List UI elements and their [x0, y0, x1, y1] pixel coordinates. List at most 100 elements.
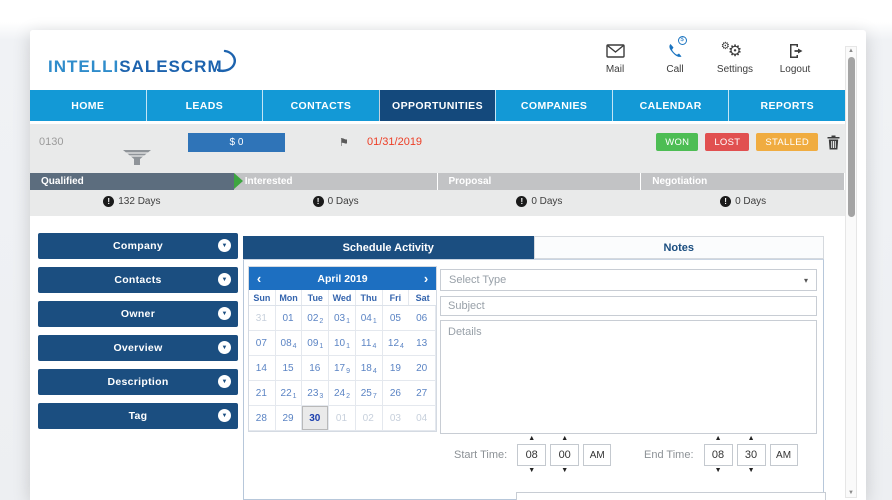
calendar-prev-button[interactable] — [249, 267, 269, 290]
status-button[interactable]: WON — [656, 133, 698, 151]
sidebar-item[interactable]: Overview — [38, 335, 238, 361]
panel-tab[interactable]: Notes — [534, 236, 825, 259]
day-number: 21 — [256, 388, 267, 399]
calendar-day[interactable]: 15 — [276, 356, 303, 381]
calendar-day[interactable]: 06 — [409, 306, 436, 331]
chevron-down-circle-icon — [218, 307, 231, 320]
hour-up-icon[interactable] — [528, 434, 535, 444]
day-number: 03 — [334, 313, 345, 324]
calendar-day[interactable]: 124 — [383, 331, 410, 356]
nav-item[interactable]: LEADS — [146, 90, 263, 121]
pipeline-stage[interactable]: Negotiation — [641, 173, 845, 190]
calendar-day[interactable]: 13 — [409, 331, 436, 356]
calendar-day[interactable]: 01 — [329, 406, 356, 431]
calendar-day[interactable]: 184 — [356, 356, 383, 381]
panel-tab-label: Schedule Activity — [343, 242, 434, 254]
delete-button[interactable] — [827, 133, 840, 151]
nav-item[interactable]: HOME — [30, 90, 146, 121]
calendar-day[interactable]: 031 — [329, 306, 356, 331]
sidebar-item[interactable]: Company — [38, 233, 238, 259]
calendar-day[interactable]: 233 — [302, 381, 329, 406]
calendar-day[interactable]: 30 — [302, 406, 329, 431]
calendar-day[interactable]: 20 — [409, 356, 436, 381]
flag-icon[interactable] — [339, 133, 349, 151]
calendar-day[interactable]: 04 — [409, 406, 436, 431]
sidebar-item[interactable]: Description — [38, 369, 238, 395]
sidebar-item[interactable]: Owner — [38, 301, 238, 327]
calendar-day[interactable]: 02 — [356, 406, 383, 431]
calendar-day[interactable]: 022 — [302, 306, 329, 331]
calendar-day[interactable]: 07 — [249, 331, 276, 356]
calendar-day[interactable]: 01 — [276, 306, 303, 331]
calendar-day[interactable]: 101 — [329, 331, 356, 356]
status-button[interactable]: STALLED — [756, 133, 818, 151]
calendar-day[interactable]: 221 — [276, 381, 303, 406]
nav-item[interactable]: OPPORTUNITIES — [379, 90, 496, 121]
calendar-day[interactable]: 28 — [249, 406, 276, 431]
mail-button[interactable]: Mail — [593, 40, 637, 75]
calendar-grid: 31 01 022 031 — [249, 306, 436, 431]
subject-input[interactable] — [440, 296, 817, 316]
calendar-day[interactable]: 16 — [302, 356, 329, 381]
pipeline-stage[interactable]: Proposal — [438, 173, 642, 190]
panel-tab[interactable]: Schedule Activity — [243, 236, 534, 259]
calendar-day[interactable]: 19 — [383, 356, 410, 381]
call-button[interactable]: Call — [653, 40, 697, 75]
hour-down-icon[interactable] — [715, 466, 722, 476]
close-date[interactable]: 01/31/2019 — [367, 136, 422, 148]
nav-item[interactable]: REPORTS — [728, 90, 845, 121]
end-ampm-toggle[interactable]: AM — [770, 444, 798, 466]
day-activity-count: 4 — [373, 368, 377, 375]
logout-icon — [787, 40, 804, 62]
calendar-day[interactable]: 27 — [409, 381, 436, 406]
start-hour-input[interactable] — [517, 444, 546, 466]
start-minute-input[interactable] — [550, 444, 579, 466]
calendar-next-button[interactable] — [416, 267, 436, 290]
hour-down-icon[interactable] — [528, 466, 535, 476]
amount-button[interactable]: $ 0 — [188, 133, 285, 152]
partial-bottom-input[interactable] — [516, 492, 826, 500]
minute-down-icon[interactable] — [561, 466, 568, 476]
calendar-day[interactable]: 257 — [356, 381, 383, 406]
call-label: Call — [666, 64, 683, 75]
end-minute-input[interactable] — [737, 444, 766, 466]
sidebar-item[interactable]: Tag — [38, 403, 238, 429]
calendar-day[interactable]: 21 — [249, 381, 276, 406]
nav-item[interactable]: CALENDAR — [612, 90, 729, 121]
settings-button[interactable]: Settings — [713, 40, 757, 75]
sidebar-item-label: Description — [107, 376, 168, 388]
sidebar-item[interactable]: Contacts — [38, 267, 238, 293]
stage-duration: 0 Days — [438, 196, 642, 207]
calendar-day[interactable]: 31 — [249, 306, 276, 331]
minute-down-icon[interactable] — [748, 466, 755, 476]
calendar-day[interactable]: 091 — [302, 331, 329, 356]
minute-up-icon[interactable] — [561, 434, 568, 444]
start-ampm-toggle[interactable]: AM — [583, 444, 611, 466]
nav-item[interactable]: CONTACTS — [262, 90, 379, 121]
calendar-day[interactable]: 041 — [356, 306, 383, 331]
sidebar: Company Contacts Owner Overview — [38, 233, 238, 437]
logout-button[interactable]: Logout — [773, 40, 817, 75]
status-button[interactable]: LOST — [705, 133, 749, 151]
details-textarea[interactable] — [440, 320, 817, 434]
calendar-day[interactable]: 114 — [356, 331, 383, 356]
calendar-day[interactable]: 084 — [276, 331, 303, 356]
nav-item[interactable]: COMPANIES — [495, 90, 612, 121]
pipeline-stage[interactable]: Qualified — [30, 173, 234, 190]
hour-up-icon[interactable] — [715, 434, 722, 444]
scroll-up-icon[interactable] — [846, 48, 856, 54]
calendar-day[interactable]: 242 — [329, 381, 356, 406]
end-hour-input[interactable] — [704, 444, 733, 466]
scrollbar-thumb[interactable] — [848, 57, 855, 217]
minute-up-icon[interactable] — [748, 434, 755, 444]
calendar-day[interactable]: 179 — [329, 356, 356, 381]
pipeline-stage[interactable]: Interested — [234, 173, 438, 190]
calendar-day[interactable]: 29 — [276, 406, 303, 431]
calendar-day[interactable]: 26 — [383, 381, 410, 406]
scroll-down-icon[interactable] — [846, 490, 856, 496]
calendar-day[interactable]: 14 — [249, 356, 276, 381]
calendar-day[interactable]: 05 — [383, 306, 410, 331]
calendar-day[interactable]: 03 — [383, 406, 410, 431]
activity-type-select[interactable]: Select Type — [440, 269, 817, 291]
panel-tabs: Schedule Activity Notes — [243, 236, 824, 259]
